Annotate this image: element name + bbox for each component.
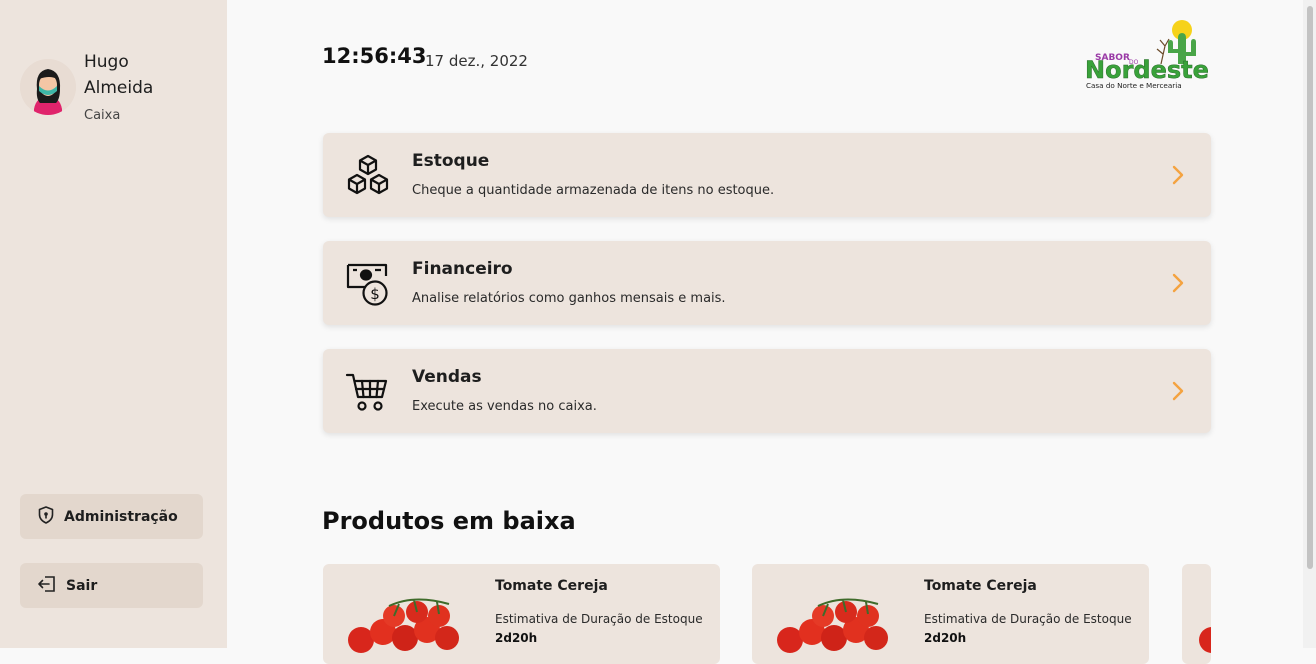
logo-text-brand: Nordeste [1085,56,1209,84]
product-name: Tomate Cereja [924,578,1037,594]
menu-card-title: Financeiro [412,259,513,279]
logout-button[interactable]: Sair [20,563,203,608]
menu-card-description: Cheque a quantidade armazenada de itens … [412,183,775,198]
cart-icon [345,369,391,415]
product-image-tomato [339,594,479,654]
menu-card-financeiro[interactable]: $ Financeiro Analise relatórios como gan… [323,241,1211,325]
clock-date: 17 dez., 2022 [425,52,528,70]
menu-card-estoque[interactable]: Estoque Cheque a quantidade armazenada d… [323,133,1211,217]
money-icon: $ [345,261,391,307]
logout-icon [36,574,58,598]
user-last-name: Almeida [84,78,154,98]
user-first-name: Hugo [84,52,129,72]
logout-label: Sair [66,577,98,594]
product-card-partial[interactable] [1182,564,1211,664]
menu-card-title: Estoque [412,151,490,171]
menu-card-title: Vendas [412,367,482,387]
boxes-icon [345,153,391,199]
chevron-right-icon [1171,164,1185,186]
chevron-right-icon [1171,272,1185,294]
product-card[interactable]: Tomate Cereja Estimativa de Duração de E… [323,564,720,664]
user-role: Caixa [84,108,121,123]
sidebar: Hugo Almeida Caixa Administração Sair [0,0,227,648]
menu-card-description: Analise relatórios como ganhos mensais e… [412,291,726,306]
logo-text-tagline: Casa do Norte e Mercearia [1086,81,1182,90]
clock-time: 12:56:43 [322,44,427,68]
administration-label: Administração [64,508,178,525]
product-card[interactable]: Tomate Cereja Estimativa de Duração de E… [752,564,1149,664]
product-stock-label: Estimativa de Duração de Estoque [924,612,1132,626]
menu-card-vendas[interactable]: Vendas Execute as vendas no caixa. [323,349,1211,433]
chevron-right-icon [1171,380,1185,402]
svg-text:$: $ [370,285,380,303]
product-stock-value: 2d20h [495,631,538,645]
avatar [20,59,76,115]
store-logo: SABOR DO Nordeste Casa do Norte e Mercea… [1085,16,1210,92]
low-stock-title: Produtos em baixa [322,507,576,535]
product-stock-value: 2d20h [924,631,967,645]
product-name: Tomate Cereja [495,578,608,594]
menu-card-description: Execute as vendas no caixa. [412,399,597,414]
administration-button[interactable]: Administração [20,494,203,539]
page-scrollbar-thumb[interactable] [1307,6,1313,569]
shield-icon [36,505,56,529]
product-stock-label: Estimativa de Duração de Estoque [495,612,703,626]
product-image-tomato [1199,627,1211,653]
product-image-tomato [768,594,908,654]
